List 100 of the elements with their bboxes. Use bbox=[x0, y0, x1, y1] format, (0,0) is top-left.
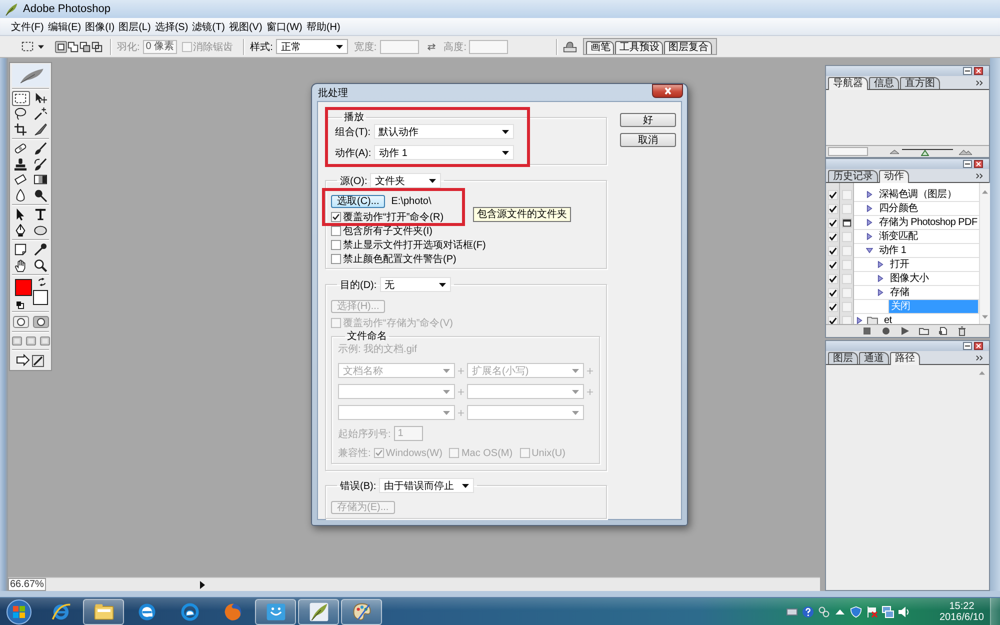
checkbox[interactable] bbox=[331, 240, 341, 250]
scrollbar[interactable] bbox=[979, 183, 990, 324]
record-icon[interactable] bbox=[881, 326, 891, 336]
small-mountain-icon[interactable] bbox=[890, 149, 899, 154]
checkbox[interactable] bbox=[331, 212, 341, 222]
shield-icon[interactable] bbox=[850, 606, 862, 618]
close-icon[interactable] bbox=[974, 342, 983, 350]
swap-arrows-icon[interactable] bbox=[426, 42, 436, 50]
linked-rings-icon[interactable] bbox=[818, 606, 830, 618]
minimize-icon[interactable] bbox=[963, 67, 972, 75]
double-chevron-icon[interactable] bbox=[976, 172, 983, 178]
triangle-right-icon[interactable] bbox=[866, 205, 873, 212]
single-square-icon[interactable] bbox=[55, 40, 67, 52]
dropdown[interactable]: 由于错误而停止 bbox=[379, 478, 474, 493]
triangle-right-icon[interactable] bbox=[200, 580, 205, 588]
menu-item[interactable]: 窗口(W) bbox=[264, 20, 304, 34]
close-button[interactable] bbox=[652, 84, 683, 98]
action-item[interactable]: 图像大小 bbox=[888, 272, 980, 285]
panel-tab[interactable]: 路径 bbox=[890, 352, 920, 365]
checkbox[interactable] bbox=[331, 226, 341, 236]
taskbar-button[interactable] bbox=[298, 598, 339, 624]
screen-mode-icon[interactable] bbox=[26, 336, 36, 346]
menu-item[interactable]: 帮助(H) bbox=[304, 20, 342, 34]
circle-tile-icon[interactable] bbox=[12, 316, 28, 328]
triangle-down-icon[interactable] bbox=[866, 247, 873, 254]
menu-item[interactable]: 图层(L) bbox=[116, 20, 153, 34]
stop-icon[interactable] bbox=[862, 326, 872, 336]
action-item[interactable]: 四分颜色 bbox=[877, 202, 980, 215]
action-item[interactable]: 打开 bbox=[888, 258, 980, 271]
checkbox[interactable] bbox=[828, 288, 838, 298]
action-item[interactable]: 深褐色调（图层） bbox=[877, 188, 980, 201]
arrow-brush-icon[interactable] bbox=[16, 354, 46, 368]
curved-arrows-icon[interactable] bbox=[38, 278, 46, 286]
taskbar-button[interactable] bbox=[341, 598, 382, 624]
panel-tab[interactable]: 导航器 bbox=[828, 77, 868, 90]
dropdown[interactable]: 默认动作 bbox=[374, 124, 514, 139]
dashed-rectangle-icon[interactable] bbox=[21, 40, 34, 53]
flag-icon[interactable] bbox=[866, 606, 878, 618]
tray-icon[interactable] bbox=[563, 40, 578, 53]
dropdown[interactable]: 正常 bbox=[276, 39, 348, 54]
dropdown[interactable]: 文件夹 bbox=[370, 173, 442, 188]
choose-button[interactable]: 选取(C)... bbox=[331, 195, 386, 208]
slider-thumb[interactable] bbox=[920, 150, 929, 156]
feather-field[interactable]: 0 像素 bbox=[142, 40, 178, 54]
tool-button[interactable] bbox=[32, 156, 50, 172]
play-icon[interactable] bbox=[900, 326, 910, 336]
checkbox[interactable] bbox=[828, 274, 838, 284]
ok-button[interactable]: 好 bbox=[620, 113, 676, 127]
checkbox[interactable] bbox=[828, 232, 838, 242]
panel-tab[interactable]: 直方图 bbox=[900, 77, 940, 89]
large-mountain-icon[interactable] bbox=[959, 148, 972, 154]
start-orb-icon[interactable] bbox=[6, 598, 32, 624]
foreground-color-swatch[interactable] bbox=[14, 279, 32, 296]
dropdown[interactable]: 动作 1 bbox=[374, 145, 514, 160]
menu-item[interactable]: 视图(V) bbox=[226, 20, 264, 34]
triangle-right-icon[interactable] bbox=[866, 233, 873, 240]
background-color-swatch[interactable] bbox=[32, 290, 48, 306]
checkbox[interactable] bbox=[331, 254, 341, 264]
checkbox[interactable] bbox=[828, 246, 838, 256]
small-squares-icon[interactable] bbox=[16, 301, 24, 310]
action-item[interactable]: 渐变匹配 bbox=[877, 230, 980, 243]
checkbox[interactable] bbox=[828, 204, 838, 214]
cutout-squares-icon[interactable] bbox=[79, 40, 91, 52]
menu-item[interactable]: 编辑(E) bbox=[46, 20, 84, 34]
double-chevron-icon[interactable] bbox=[976, 354, 983, 360]
folder-icon[interactable] bbox=[919, 326, 929, 336]
action-item[interactable]: et bbox=[882, 314, 980, 327]
menu-item[interactable]: 选择(S) bbox=[152, 20, 190, 34]
scroll-down-icon[interactable] bbox=[982, 315, 988, 319]
taskbar-button[interactable] bbox=[83, 598, 124, 624]
double-chevron-icon[interactable] bbox=[976, 80, 983, 86]
panel-tab[interactable]: 历史记录 bbox=[828, 170, 878, 182]
tool-button[interactable] bbox=[12, 156, 30, 172]
width-field[interactable] bbox=[380, 40, 419, 54]
menu-item[interactable]: 图像(I) bbox=[83, 20, 117, 34]
overlapping-squares-icon[interactable] bbox=[91, 40, 103, 52]
speaker-icon[interactable] bbox=[898, 606, 910, 618]
device-icon[interactable] bbox=[786, 606, 798, 618]
screen-mode-icon[interactable] bbox=[12, 336, 22, 346]
checkbox[interactable] bbox=[828, 302, 838, 312]
action-item[interactable]: 存储为 Photoshop PDF bbox=[877, 216, 980, 229]
zoom-slider[interactable] bbox=[902, 148, 953, 154]
action-item[interactable]: 动作 1 bbox=[877, 244, 980, 257]
palette-tab[interactable]: 画笔 bbox=[586, 41, 614, 54]
panel-tab[interactable]: 通道 bbox=[859, 352, 889, 364]
palette-tab[interactable]: 图层复合 bbox=[664, 41, 712, 54]
triangle-right-icon[interactable] bbox=[877, 289, 884, 296]
tool-button[interactable] bbox=[12, 90, 30, 106]
checkbox[interactable] bbox=[828, 218, 838, 228]
checkbox[interactable] bbox=[828, 260, 838, 270]
new-page-icon[interactable] bbox=[938, 326, 948, 336]
menu-item[interactable]: 滤镜(T) bbox=[190, 20, 227, 34]
monitor-icon[interactable] bbox=[882, 606, 894, 618]
checkbox[interactable] bbox=[828, 190, 838, 200]
zoom-field[interactable] bbox=[828, 147, 868, 156]
tool-button[interactable] bbox=[32, 258, 50, 274]
tool-button[interactable] bbox=[12, 122, 30, 138]
cancel-button[interactable]: 取消 bbox=[620, 133, 676, 147]
zoom-field[interactable]: 66.67% bbox=[8, 578, 46, 591]
caret-icon[interactable] bbox=[38, 44, 44, 48]
